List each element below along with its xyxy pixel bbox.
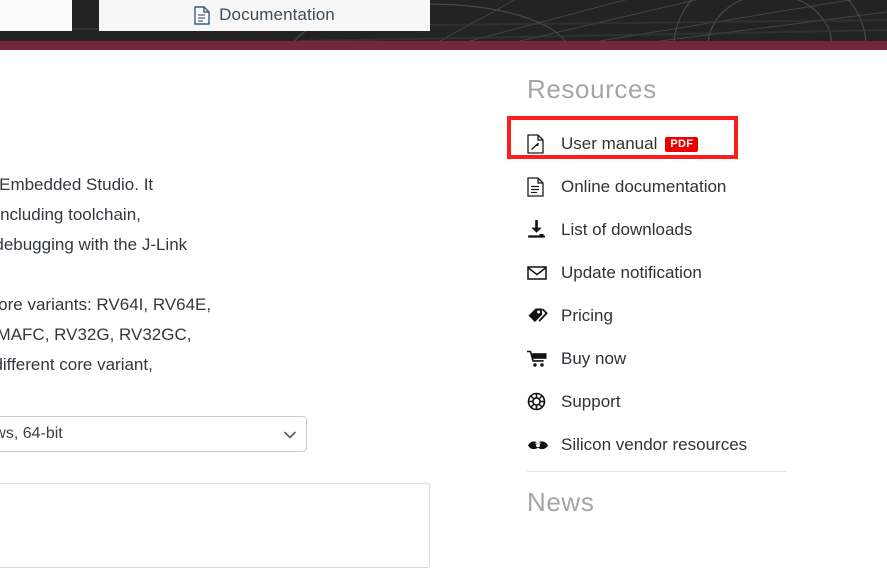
resource-item-label: Support: [561, 391, 621, 411]
page-content: a full-featured version of Embedded Stud…: [0, 50, 887, 568]
resource-item-update-notification[interactable]: Update notification: [527, 251, 827, 294]
resource-item-label: Update notification: [561, 262, 702, 282]
document-text-icon: [527, 176, 561, 197]
handshake-icon: [527, 438, 561, 452]
resource-item-list-of-downloads[interactable]: List of downloads: [527, 208, 827, 251]
shopping-cart-icon: [527, 350, 561, 368]
content-panel: [0, 483, 430, 568]
sidebar-divider: [527, 471, 787, 472]
description-paragraph-1: a full-featured version of Embedded Stud…: [0, 175, 188, 254]
life-ring-icon: [527, 392, 561, 411]
page-root: Documentation a full-featured version of…: [0, 0, 887, 568]
download-select[interactable]: tudio for RISC-V, Windows, 64-bit: [0, 416, 307, 452]
resource-item-label: User manual PDF: [561, 133, 699, 154]
resource-item-label: Pricing: [561, 305, 613, 325]
pdf-file-icon: [527, 133, 561, 154]
pdf-badge: PDF: [665, 136, 699, 152]
description-paragraph-2: ludes support for these core variants: R…: [0, 295, 212, 374]
tab-documentation-label: Documentation: [219, 5, 335, 24]
resource-item-user-manual[interactable]: User manual PDF: [527, 122, 827, 165]
tab-previous[interactable]: [0, 0, 72, 31]
resource-item-label: Buy now: [561, 348, 627, 368]
price-tag-icon: [527, 307, 561, 325]
resources-heading: Resources: [527, 74, 657, 104]
resource-item-support[interactable]: Support: [527, 380, 827, 423]
site-header: Documentation: [0, 0, 887, 50]
resource-item-label: Online documentation: [561, 176, 727, 196]
tab-documentation[interactable]: Documentation: [99, 0, 430, 31]
header-accent-bar: [0, 41, 887, 50]
download-icon: [527, 220, 561, 239]
download-select-value: tudio for RISC-V, Windows, 64-bit: [0, 425, 63, 442]
resource-item-buy-now[interactable]: Buy now: [527, 337, 827, 380]
resource-item-label: Silicon vendor resources: [561, 434, 748, 454]
document-icon: [194, 5, 210, 25]
chevron-down-icon: [284, 428, 296, 441]
resource-item-silicon-vendor-resources[interactable]: Silicon vendor resources: [527, 423, 827, 466]
resource-item-pricing[interactable]: Pricing: [527, 294, 827, 337]
envelope-icon: [527, 265, 561, 281]
resource-label-text: User manual: [561, 133, 658, 153]
resources-list: User manual PDF Online documentation Lis…: [527, 122, 827, 466]
resource-item-label: List of downloads: [561, 219, 693, 239]
news-heading: News: [527, 487, 595, 517]
resource-item-online-documentation[interactable]: Online documentation: [527, 165, 827, 208]
